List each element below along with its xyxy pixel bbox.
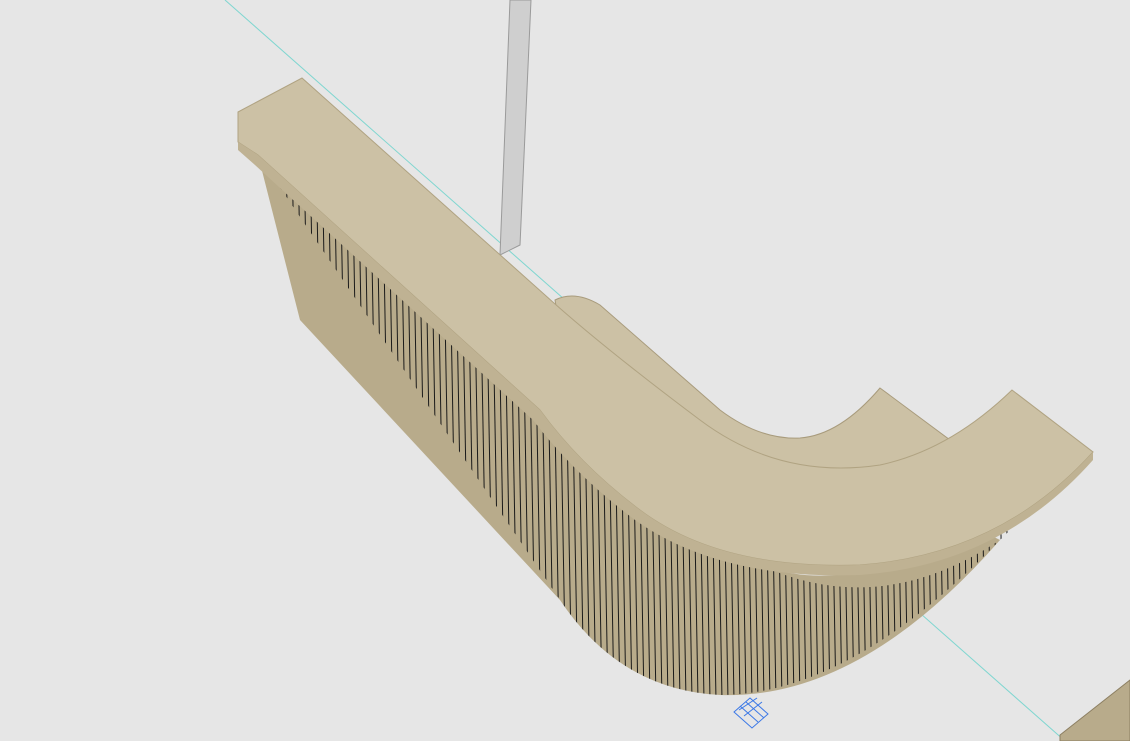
3d-viewport[interactable]	[0, 0, 1130, 741]
